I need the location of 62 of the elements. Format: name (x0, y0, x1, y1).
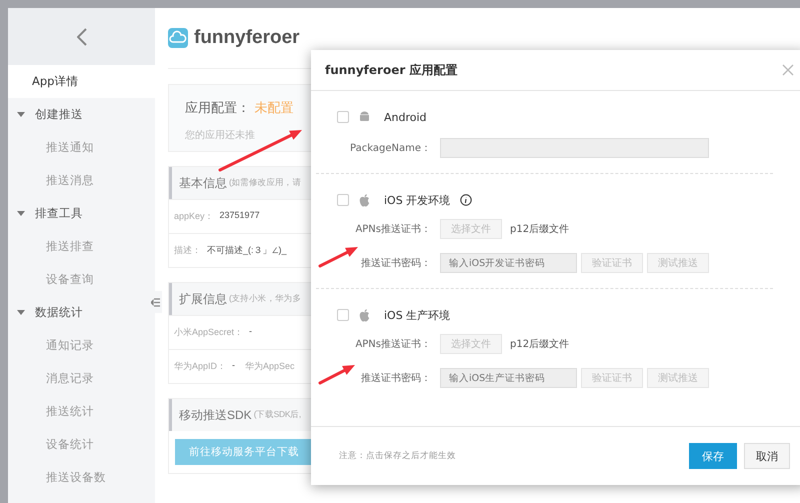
section-note: (如需修改应用，请 (229, 177, 302, 189)
info-icon[interactable] (460, 194, 472, 206)
verify-button[interactable]: 验证证书 (581, 253, 643, 273)
config-hint: 您的应用还未推 (185, 128, 256, 142)
nav-group[interactable]: 排查工具 (8, 197, 155, 230)
password-field[interactable]: 输入iOS生产证书密码 (440, 368, 577, 388)
field-label: 华为AppID： (174, 360, 226, 373)
field-label: 推送证书密码： (361, 372, 431, 385)
package-name-field[interactable] (440, 138, 709, 158)
field-label: 小米AppSecret： (174, 326, 244, 339)
field-label: 描述： (174, 244, 201, 257)
close-icon[interactable] (782, 64, 794, 76)
field-label: appKey： (174, 210, 214, 223)
platform-checkbox[interactable] (337, 111, 349, 123)
file-hint: p12后缀文件 (510, 338, 570, 351)
save-button[interactable]: 保存 (689, 443, 737, 469)
platform-label: Android (384, 110, 427, 124)
footer-note: 注意：点击保存之后才能生效 (339, 450, 457, 462)
apple-icon (359, 194, 370, 206)
config-label: 应用配置： (185, 100, 250, 115)
test-push-button[interactable]: 测试推送 (647, 253, 709, 273)
nav-item[interactable]: App详情 (8, 65, 155, 98)
nav-group[interactable]: 创建推送 (8, 98, 155, 131)
field-value: - (249, 326, 252, 338)
file-hint: p12后缀文件 (510, 222, 570, 236)
cancel-button[interactable]: 取消 (744, 443, 790, 469)
field-label: APNs推送证书： (355, 222, 431, 236)
platform-label: iOS 开发环境 (384, 192, 450, 208)
section-title: 基本信息 (179, 174, 227, 192)
dialog-title: funnyferoer 应用配置 (325, 62, 458, 78)
caret-icon (17, 112, 25, 117)
section-note: (支持小米，华为多 (229, 293, 302, 305)
app-title: funnyferoer (194, 27, 300, 49)
menu-icon (150, 298, 160, 306)
choose-file-button[interactable]: 选择文件 (440, 219, 502, 239)
field-label: PackageName： (350, 142, 431, 155)
caret-icon (17, 310, 25, 315)
section-title: 移动推送SDK (179, 406, 252, 424)
caret-icon (17, 211, 25, 216)
platform-checkbox[interactable] (337, 194, 349, 206)
platform-label: iOS 生产环境 (384, 308, 450, 322)
apple-icon (359, 308, 370, 322)
section-title: 扩展信息 (179, 290, 227, 308)
field-value: - (232, 360, 236, 372)
download-button[interactable]: 前往移动服务平台下载 (175, 439, 311, 465)
choose-file-button[interactable]: 选择文件 (440, 334, 502, 354)
password-field[interactable]: 输入iOS开发证书密码 (440, 253, 577, 273)
field-value: 不可描述_(:３」∠)_ (207, 244, 287, 257)
platform-checkbox[interactable] (337, 309, 349, 321)
verify-button[interactable]: 验证证书 (581, 368, 643, 388)
config-status: 未配置 (254, 100, 294, 115)
collapse-toggle[interactable] (148, 291, 162, 313)
field-label: 推送证书密码： (361, 256, 431, 270)
cloud-logo-icon (168, 28, 188, 48)
annotation-arrow (318, 365, 355, 384)
field-label: APNs推送证书： (355, 338, 431, 351)
section-note: (下载SDK后, (254, 409, 301, 421)
annotation-arrow (318, 247, 358, 268)
back-icon[interactable] (76, 28, 86, 46)
field-value: 23751977 (220, 210, 260, 222)
field-label: 华为AppSec (245, 360, 295, 373)
test-push-button[interactable]: 测试推送 (647, 368, 709, 388)
